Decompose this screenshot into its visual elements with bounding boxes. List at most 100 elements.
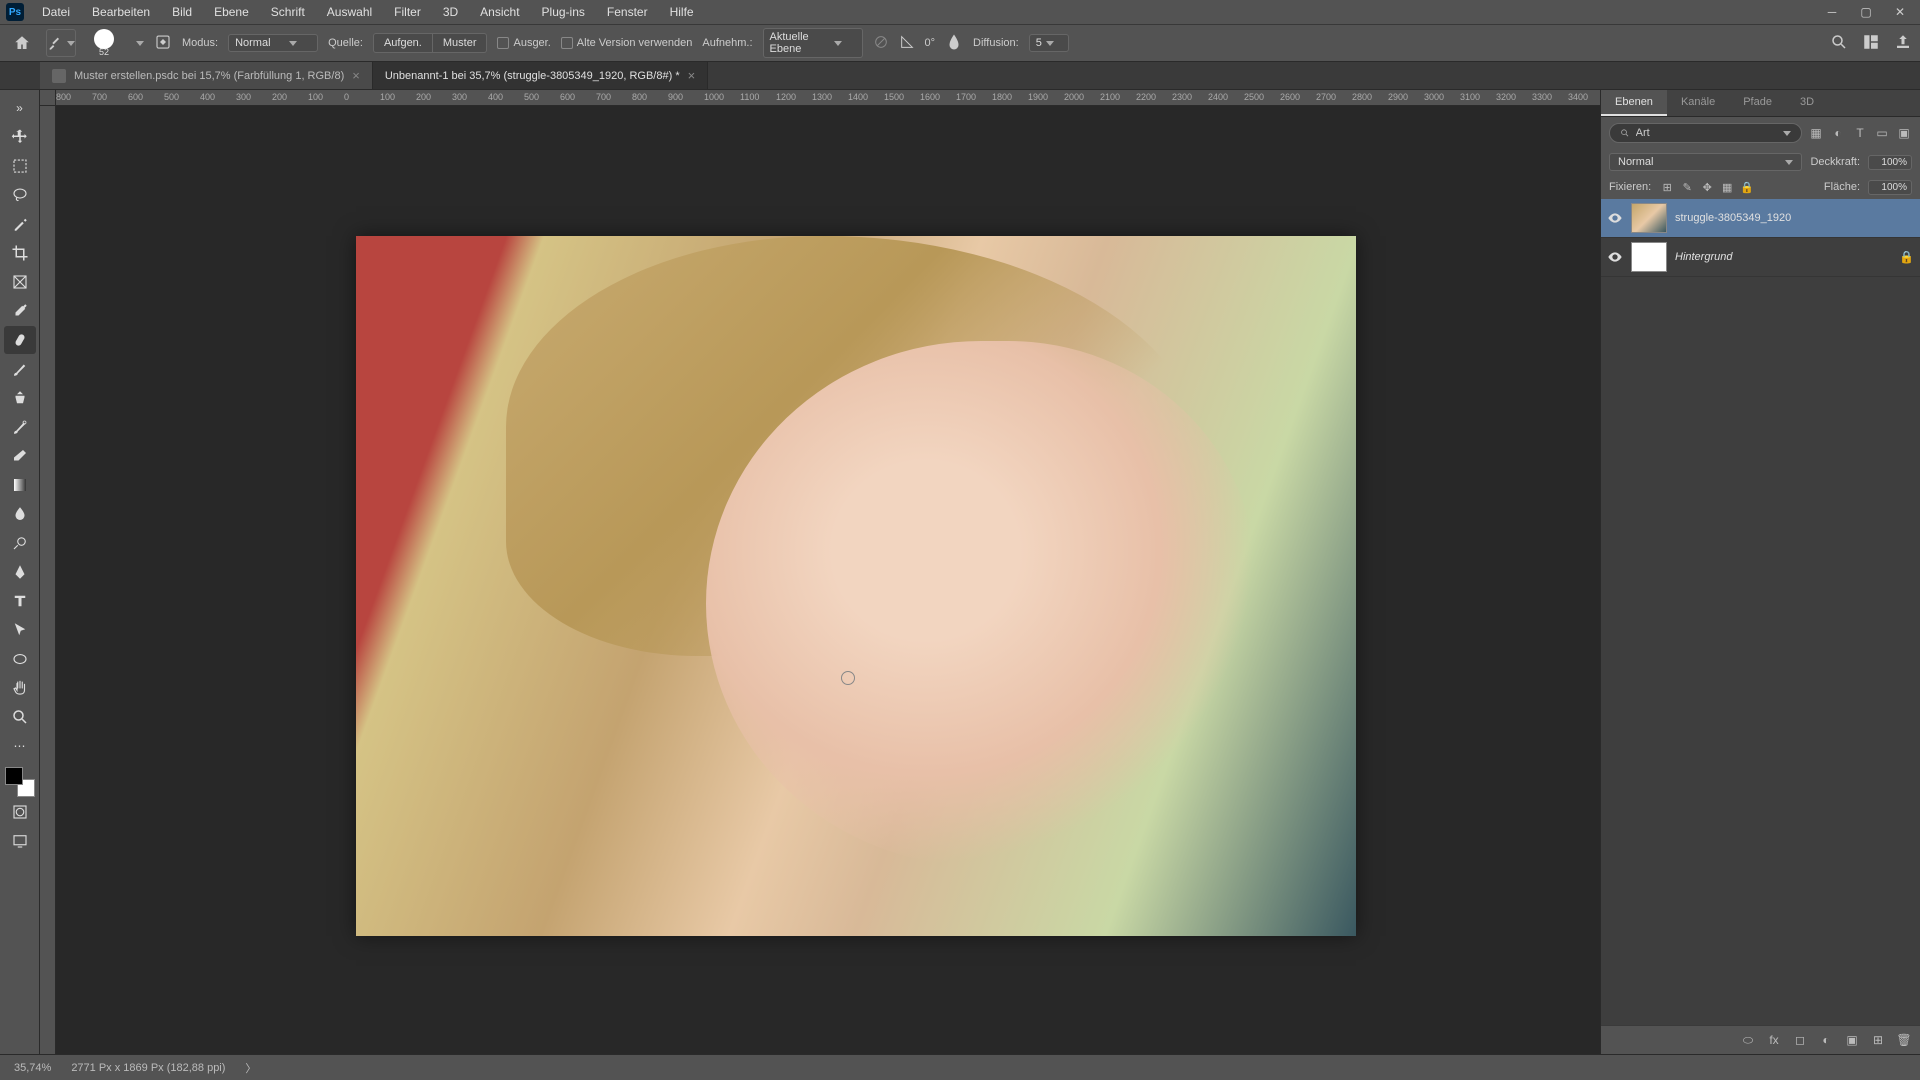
source-pattern-button[interactable]: Muster [433, 33, 488, 53]
document-tab-0[interactable]: Muster erstellen.psdc bei 15,7% (Farbfül… [40, 62, 373, 89]
share-icon[interactable] [1894, 33, 1912, 54]
menu-schrift[interactable]: Schrift [261, 2, 315, 22]
lock-move-icon[interactable]: ✥ [1699, 179, 1715, 195]
menu-auswahl[interactable]: Auswahl [317, 2, 382, 22]
menu-ebene[interactable]: Ebene [204, 2, 259, 22]
brush-tool[interactable] [4, 355, 36, 383]
horizontal-ruler[interactable]: 8007006005004003002001000100200300400500… [56, 90, 1600, 106]
layer-row[interactable]: Hintergrund 🔒 [1601, 238, 1920, 277]
menu-fenster[interactable]: Fenster [597, 2, 658, 22]
menu-ansicht[interactable]: Ansicht [470, 2, 529, 22]
brush-picker[interactable]: 52 [86, 28, 122, 58]
panel-tab-kanaele[interactable]: Kanäle [1667, 90, 1729, 116]
filter-adjust-icon[interactable]: ◐ [1830, 125, 1846, 141]
move-tool[interactable] [4, 123, 36, 151]
fill-input[interactable]: 100% [1868, 180, 1912, 195]
info-chevron-icon[interactable]: 〉 [245, 1060, 256, 1076]
maximize-button[interactable]: ▢ [1852, 2, 1880, 22]
adjustment-icon[interactable]: ◐ [1818, 1032, 1834, 1048]
foreground-color-swatch[interactable] [5, 767, 23, 785]
mask-icon[interactable]: ◻ [1792, 1032, 1808, 1048]
angle-icon[interactable] [899, 34, 915, 53]
vertical-ruler[interactable] [40, 106, 56, 1054]
menu-3d[interactable]: 3D [433, 2, 468, 22]
edit-toolbar-icon[interactable]: ⋯ [4, 732, 36, 760]
blend-mode-dropdown[interactable]: Normal [1609, 153, 1802, 171]
layer-thumbnail[interactable] [1631, 203, 1667, 233]
lock-pixels-icon[interactable]: ⊞ [1659, 179, 1675, 195]
clone-stamp-tool[interactable] [4, 384, 36, 412]
menu-filter[interactable]: Filter [384, 2, 431, 22]
tool-preset-picker[interactable] [46, 29, 76, 57]
layer-search[interactable] [1609, 123, 1802, 143]
menu-bearbeiten[interactable]: Bearbeiten [82, 2, 160, 22]
dodge-tool[interactable] [4, 529, 36, 557]
pressure-icon[interactable] [945, 33, 963, 54]
fx-icon[interactable]: fx [1766, 1032, 1782, 1048]
frame-tool[interactable] [4, 268, 36, 296]
quickmask-tool[interactable] [4, 798, 36, 826]
lasso-tool[interactable] [4, 181, 36, 209]
zoom-level[interactable]: 35,74% [14, 1062, 51, 1074]
menu-plugins[interactable]: Plug-ins [532, 2, 595, 22]
home-button[interactable] [8, 29, 36, 57]
path-select-tool[interactable] [4, 616, 36, 644]
eyedropper-tool[interactable] [4, 297, 36, 325]
lock-all-icon[interactable]: 🔒 [1739, 179, 1755, 195]
filter-image-icon[interactable]: ▦ [1808, 125, 1824, 141]
brush-settings-icon[interactable] [154, 33, 172, 54]
layer-visibility-icon[interactable] [1607, 249, 1623, 265]
menu-hilfe[interactable]: Hilfe [660, 2, 704, 22]
mode-dropdown[interactable]: Normal [228, 34, 318, 52]
trash-icon[interactable]: 🗑 [1896, 1032, 1912, 1048]
document-info[interactable]: 2771 Px x 1869 Px (182,88 ppi) [71, 1062, 225, 1074]
pen-tool[interactable] [4, 558, 36, 586]
healing-brush-tool[interactable] [4, 326, 36, 354]
filter-type-icon[interactable]: T [1852, 125, 1868, 141]
shape-tool[interactable] [4, 645, 36, 673]
collapse-icon[interactable]: » [4, 94, 36, 122]
tab-close-icon[interactable]: × [352, 68, 360, 83]
blur-tool[interactable] [4, 500, 36, 528]
lock-icon[interactable]: 🔒 [1899, 250, 1914, 264]
screenmode-tool[interactable] [4, 827, 36, 855]
zoom-tool[interactable] [4, 703, 36, 731]
legacy-checkbox[interactable]: Alte Version verwenden [561, 37, 693, 49]
filter-smart-icon[interactable]: ▣ [1896, 125, 1912, 141]
new-layer-icon[interactable]: ⊞ [1870, 1032, 1886, 1048]
ignore-adjustment-icon[interactable] [873, 34, 889, 53]
panel-tab-pfade[interactable]: Pfade [1729, 90, 1786, 116]
menu-bild[interactable]: Bild [162, 2, 202, 22]
sample-dropdown[interactable]: Aktuelle Ebene [763, 28, 863, 58]
brush-dropdown-icon[interactable] [136, 41, 144, 46]
tab-close-icon[interactable]: × [688, 68, 696, 83]
marquee-tool[interactable] [4, 152, 36, 180]
layer-row[interactable]: struggle-3805349_1920 [1601, 199, 1920, 238]
lock-artboard-icon[interactable]: ▦ [1719, 179, 1735, 195]
document-tab-1[interactable]: Unbenannt-1 bei 35,7% (struggle-3805349_… [373, 62, 708, 89]
group-icon[interactable]: ▣ [1844, 1032, 1860, 1048]
opacity-input[interactable]: 100% [1868, 155, 1912, 170]
search-icon[interactable] [1830, 33, 1848, 54]
close-button[interactable]: ✕ [1886, 2, 1914, 22]
layer-visibility-icon[interactable] [1607, 210, 1623, 226]
link-layers-icon[interactable]: ⬭ [1740, 1032, 1756, 1048]
aligned-checkbox[interactable]: Ausger. [497, 37, 550, 49]
magic-wand-tool[interactable] [4, 210, 36, 238]
diffusion-input[interactable]: 5 [1029, 34, 1069, 52]
angle-value[interactable]: 0° [925, 37, 936, 49]
layer-thumbnail[interactable] [1631, 242, 1667, 272]
workspace-icon[interactable] [1862, 33, 1880, 54]
gradient-tool[interactable] [4, 471, 36, 499]
menu-datei[interactable]: Datei [32, 2, 80, 22]
crop-tool[interactable] [4, 239, 36, 267]
lock-position-icon[interactable]: ✎ [1679, 179, 1695, 195]
layer-filter-input[interactable] [1636, 127, 1773, 139]
minimize-button[interactable]: ─ [1818, 2, 1846, 22]
eraser-tool[interactable] [4, 442, 36, 470]
hand-tool[interactable] [4, 674, 36, 702]
layer-name[interactable]: struggle-3805349_1920 [1675, 212, 1791, 224]
canvas-viewport[interactable] [56, 106, 1600, 1054]
panel-tab-ebenen[interactable]: Ebenen [1601, 90, 1667, 116]
filter-shape-icon[interactable]: ▭ [1874, 125, 1890, 141]
